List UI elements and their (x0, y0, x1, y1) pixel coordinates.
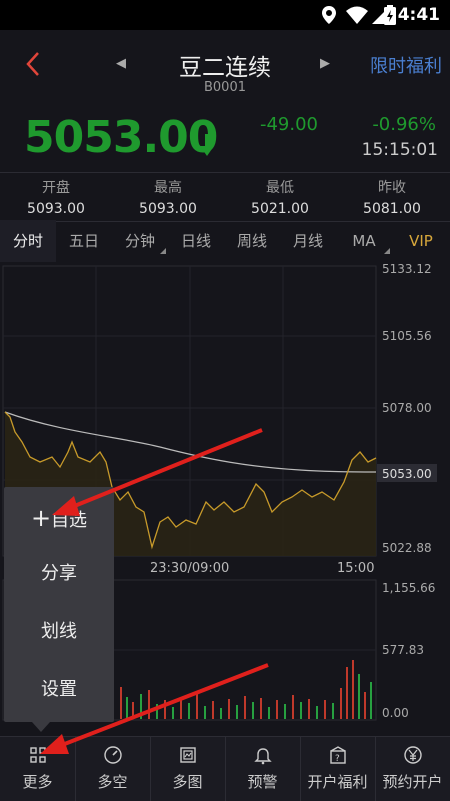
bell-icon (254, 748, 272, 765)
menu-item-settings[interactable]: 设置 (4, 662, 114, 718)
bottom-toolbar: 更多 多空 多图 预警 ? 开户福利 预约开户 (0, 736, 450, 801)
menu-item-draw-line[interactable]: 划线 (4, 604, 114, 660)
toolbar-label: 多空 (97, 773, 128, 791)
toolbar-multi-chart[interactable]: 多图 (150, 737, 226, 801)
tab-label: 月线 (292, 232, 323, 250)
stat-value: 5093.00 (139, 201, 197, 217)
tab-label: 分时 (12, 232, 43, 250)
next-contract-icon[interactable]: ▶ (320, 56, 330, 71)
menu-item-label: 自选 (51, 510, 88, 531)
time-axis-label: 23:30/09:00 (150, 561, 229, 576)
menu-item-label: 划线 (41, 621, 77, 642)
tab-five-day[interactable]: 五日 (56, 220, 112, 262)
stat-high: 最高 5093.00 (112, 177, 224, 217)
volume-axis-label: 577.83 (382, 643, 424, 657)
tab-intraday[interactable]: 分时 (0, 220, 56, 262)
stat-label: 开盘 (42, 180, 70, 196)
wifi-icon (346, 6, 368, 24)
menu-item-label: 设置 (41, 679, 77, 700)
tab-label: MA (352, 232, 376, 250)
last-price: 5053.00 (24, 112, 218, 163)
dropdown-corner-icon (160, 248, 166, 254)
stat-value: 5081.00 (363, 201, 421, 217)
tab-minute[interactable]: 分钟 (112, 220, 168, 262)
status-bar: 4:41 (0, 0, 450, 30)
time-axis-label: 15:00 (337, 561, 374, 576)
multi-chart-icon (180, 747, 196, 763)
stat-open: 开盘 5093.00 (0, 177, 112, 217)
tab-daily[interactable]: 日线 (168, 220, 224, 262)
volume-axis-label: 1,155.66 (382, 581, 435, 595)
tab-vip[interactable]: VIP (392, 220, 450, 262)
volume-bars (120, 660, 372, 719)
stat-label: 最高 (154, 180, 182, 196)
plus-icon: + (30, 504, 52, 532)
toolbar-account-benefit[interactable]: ? 开户福利 (300, 737, 376, 801)
price-axis-label: 5133.12 (382, 262, 432, 276)
price-change: -49.00 (259, 114, 318, 135)
tab-monthly[interactable]: 月线 (280, 220, 336, 262)
toolbar-label: 预约开户 (382, 773, 443, 791)
status-time: 4:41 (397, 5, 440, 25)
price-axis-label: 5105.56 (382, 329, 432, 343)
toolbar-alert[interactable]: 预警 (225, 737, 301, 801)
tab-label: 分钟 (124, 232, 155, 250)
grid-icon (30, 747, 46, 763)
more-menu: +自选 分享 划线 设置 (4, 487, 114, 732)
price-change-pct: -0.96% (372, 114, 436, 135)
stat-low: 最低 5021.00 (224, 177, 336, 217)
tab-label: 日线 (180, 232, 211, 250)
gift-question-icon: ? (330, 746, 346, 764)
toolbar-label: 多图 (172, 773, 203, 791)
menu-item-share[interactable]: 分享 (4, 546, 114, 602)
stat-value: 5021.00 (251, 201, 309, 217)
yen-icon (404, 746, 422, 764)
quote-time: 15:15:01 (361, 140, 438, 160)
stat-prev-close: 昨收 5081.00 (336, 177, 448, 217)
price-axis-label: 5022.88 (382, 541, 432, 555)
svg-text:?: ? (335, 754, 340, 764)
dropdown-corner-icon (384, 248, 390, 254)
menu-item-watchlist[interactable]: +自选 (4, 490, 114, 546)
period-tabs: 分时 五日 分钟 日线 周线 月线 MA VIP (0, 220, 450, 262)
volume-axis-label: 0.00 (382, 706, 409, 720)
price-axis-label: 5053.00 (382, 467, 432, 481)
price-axis-label: 5078.00 (382, 401, 432, 415)
stat-value: 5093.00 (27, 201, 85, 217)
menu-pointer (32, 722, 50, 732)
promo-link[interactable]: 限时福利 (370, 52, 442, 78)
battery-icon (384, 5, 396, 25)
gauge-icon (104, 746, 122, 764)
tab-weekly[interactable]: 周线 (224, 220, 280, 262)
stat-label: 最低 (266, 180, 294, 196)
toolbar-label: 预警 (247, 773, 278, 791)
stats-row: 开盘 5093.00 最高 5093.00 最低 5021.00 昨收 5081… (0, 172, 450, 222)
stat-label: 昨收 (378, 180, 406, 196)
price-block: 5053.00 -49.00 -0.96% 15:15:01 (0, 100, 450, 172)
contract-code: B0001 (203, 80, 246, 95)
tab-ma[interactable]: MA (336, 220, 392, 262)
toolbar-more[interactable]: 更多 (0, 737, 76, 801)
toolbar-label: 更多 (22, 773, 53, 791)
tab-label: VIP (409, 232, 433, 250)
tab-label: 五日 (68, 232, 99, 250)
down-arrow-icon (200, 134, 214, 156)
menu-item-label: 分享 (41, 563, 77, 584)
location-icon (322, 6, 336, 24)
tab-label: 周线 (236, 232, 267, 250)
toolbar-open-account[interactable]: 预约开户 (375, 737, 450, 801)
toolbar-label: 开户福利 (307, 773, 368, 791)
toolbar-long-short[interactable]: 多空 (75, 737, 151, 801)
header: ◀ 豆二连续 B0001 ▶ 限时福利 (0, 30, 450, 100)
